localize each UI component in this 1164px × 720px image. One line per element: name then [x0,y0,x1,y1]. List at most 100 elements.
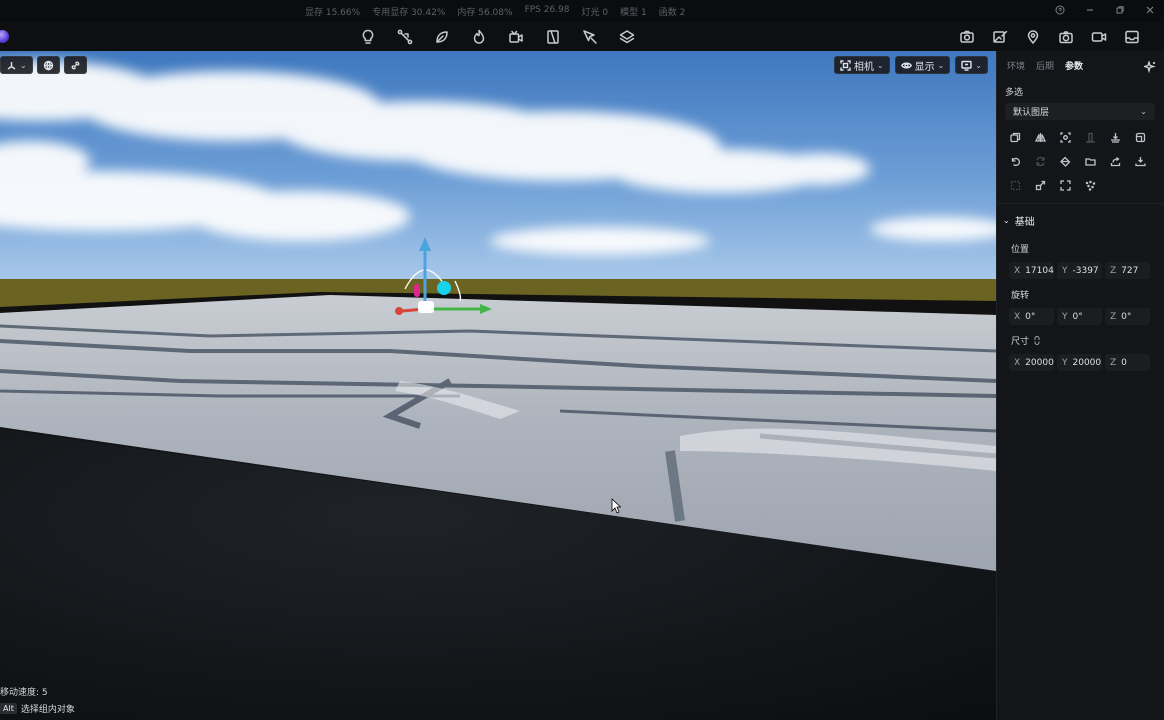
rotation-x-field[interactable]: X 0° [1009,308,1054,325]
group-button[interactable] [1134,131,1147,144]
size-x-field[interactable]: X 20000 [1009,354,1054,371]
open-folder-button[interactable] [1084,155,1097,168]
edit-button[interactable] [990,27,1009,46]
stat-lights: 灯光 0 [581,8,609,18]
inbox-button[interactable] [1122,27,1141,46]
properties-panel: 环境 后期 参数 多选 默认图层 ⌄ ⌄ 基础 位置 X 17104 Y -339 [996,51,1164,720]
transform-link-button[interactable] [1034,179,1047,192]
stat-models: 模型 1 [620,8,647,18]
tool-material[interactable] [543,27,562,46]
align-icon [1086,132,1095,143]
object-actions [1009,131,1147,192]
edit-image-icon [992,30,1007,43]
layer-dropdown[interactable]: 默认图层 ⌄ [1005,103,1155,120]
fullscreen-button[interactable] [1059,179,1072,192]
record-button[interactable] [1089,27,1108,46]
camera-dropdown[interactable]: 相机 ⌄ [833,56,890,74]
restore-icon[interactable] [1114,4,1126,16]
tab-parameters[interactable]: 参数 [1065,59,1083,72]
screenshot-button[interactable] [1056,27,1075,46]
drop-to-ground-button[interactable] [1109,131,1122,144]
gizmo-mode-dropdown[interactable]: ⌄ [0,56,33,74]
share-button[interactable] [1109,155,1122,168]
focus-icon [1060,132,1071,143]
chevron-down-icon: ⌄ [1003,216,1010,225]
book-icon [546,29,559,44]
minimize-icon[interactable] [1084,4,1096,16]
basic-section-header[interactable]: ⌄ 基础 [1003,213,1035,228]
world-space-toggle[interactable] [36,56,60,74]
position-z-field[interactable]: Z 727 [1105,262,1150,279]
size-z-field[interactable]: Z0 [1105,354,1150,371]
viewport-right-controls: 相机 ⌄ 显示 ⌄ ⌄ [833,56,988,74]
rotation-y-field[interactable]: Y 0° [1057,308,1102,325]
export-button[interactable] [1134,155,1147,168]
globe-icon [43,60,53,71]
tool-camera-track[interactable] [506,27,525,46]
close-icon[interactable] [1144,4,1156,16]
reset-button[interactable] [1009,155,1022,168]
app-logo [0,30,9,43]
tool-terrain[interactable] [617,27,636,46]
performance-stats: 显存 15.66% 专用显存 30.42% 内存 56.08% FPS 26.9… [305,5,685,18]
leaf-icon [435,30,448,43]
share-icon [1110,156,1121,167]
view-layout-dropdown[interactable]: ⌄ [955,56,988,74]
tool-effects[interactable] [469,27,488,46]
stat-dedicated-vram: 专用显存 30.42% [372,8,446,18]
chevron-down-icon: ⌄ [975,60,982,70]
ai-sparkle-button[interactable] [1142,58,1156,74]
position-x-field[interactable]: X 17104 [1009,262,1054,279]
rotation-x-value: 0° [1025,311,1036,322]
status-bar: 显存 15.66% 专用显存 30.42% 内存 56.08% FPS 26.9… [0,0,1164,22]
location-button[interactable] [1023,27,1042,46]
alt-key-badge: Alt [0,703,17,714]
scatter-dots-icon [1085,180,1096,191]
align-button[interactable] [1084,131,1097,144]
select-cursor-icon [582,29,597,44]
chevron-down-icon: ⌄ [937,60,945,70]
mirror-button[interactable] [1034,131,1047,144]
scene-render[interactable] [0,51,996,720]
lock-ratio-icon[interactable] [1033,336,1041,345]
rotation-z-value: 0° [1121,311,1132,322]
basic-section-title: 基础 [1014,217,1035,228]
camera-icon [1058,30,1073,43]
tool-path[interactable] [395,27,414,46]
refresh-button[interactable] [1034,155,1047,168]
size-label-row: 尺寸 [1011,334,1041,347]
tab-post-processing[interactable]: 后期 [1036,59,1054,72]
bulb-icon [362,29,373,44]
size-y-value: 20000 [1072,357,1102,368]
rotation-z-field[interactable]: Z 0° [1105,308,1150,325]
transform-link-icon [1035,180,1046,191]
rotation-label: 旋转 [1011,291,1030,301]
duplicate-button[interactable] [1009,131,1022,144]
tool-vegetation[interactable] [432,27,451,46]
rotation-y-value: 0° [1072,311,1083,322]
display-dropdown[interactable]: 显示 ⌄ [894,56,951,74]
stat-memory: 内存 56.08% [457,8,513,18]
scatter-button[interactable] [1084,179,1097,192]
position-y-field[interactable]: Y -3397 [1057,262,1102,279]
render-button[interactable] [957,27,976,46]
refresh-icon [1036,156,1045,167]
size-x-value: 20000 [1025,357,1054,368]
focus-frame-icon [840,59,851,71]
selection-box-button[interactable] [1009,179,1022,192]
multi-select-label: 多选 [1005,88,1024,98]
snap-toggle[interactable] [63,56,87,74]
expand-icon [1060,180,1071,191]
inbox-icon [1124,30,1139,43]
paint-button[interactable] [1059,155,1072,168]
position-x-value: 17104 [1025,265,1054,276]
help-icon[interactable] [1054,4,1066,16]
camera-label: 相机 [853,61,874,73]
size-y-field[interactable]: Y 20000 [1057,354,1102,371]
focus-button[interactable] [1059,131,1072,144]
tool-light[interactable] [358,27,377,46]
3d-viewport[interactable]: ⌄ 相机 ⌄ 显示 ⌄ ⌄ 移动速度: 5 Alt 选择组内对象 [0,51,996,720]
tab-environment[interactable]: 环境 [1007,59,1025,72]
window-controls [1054,4,1156,16]
tool-select[interactable] [580,27,599,46]
